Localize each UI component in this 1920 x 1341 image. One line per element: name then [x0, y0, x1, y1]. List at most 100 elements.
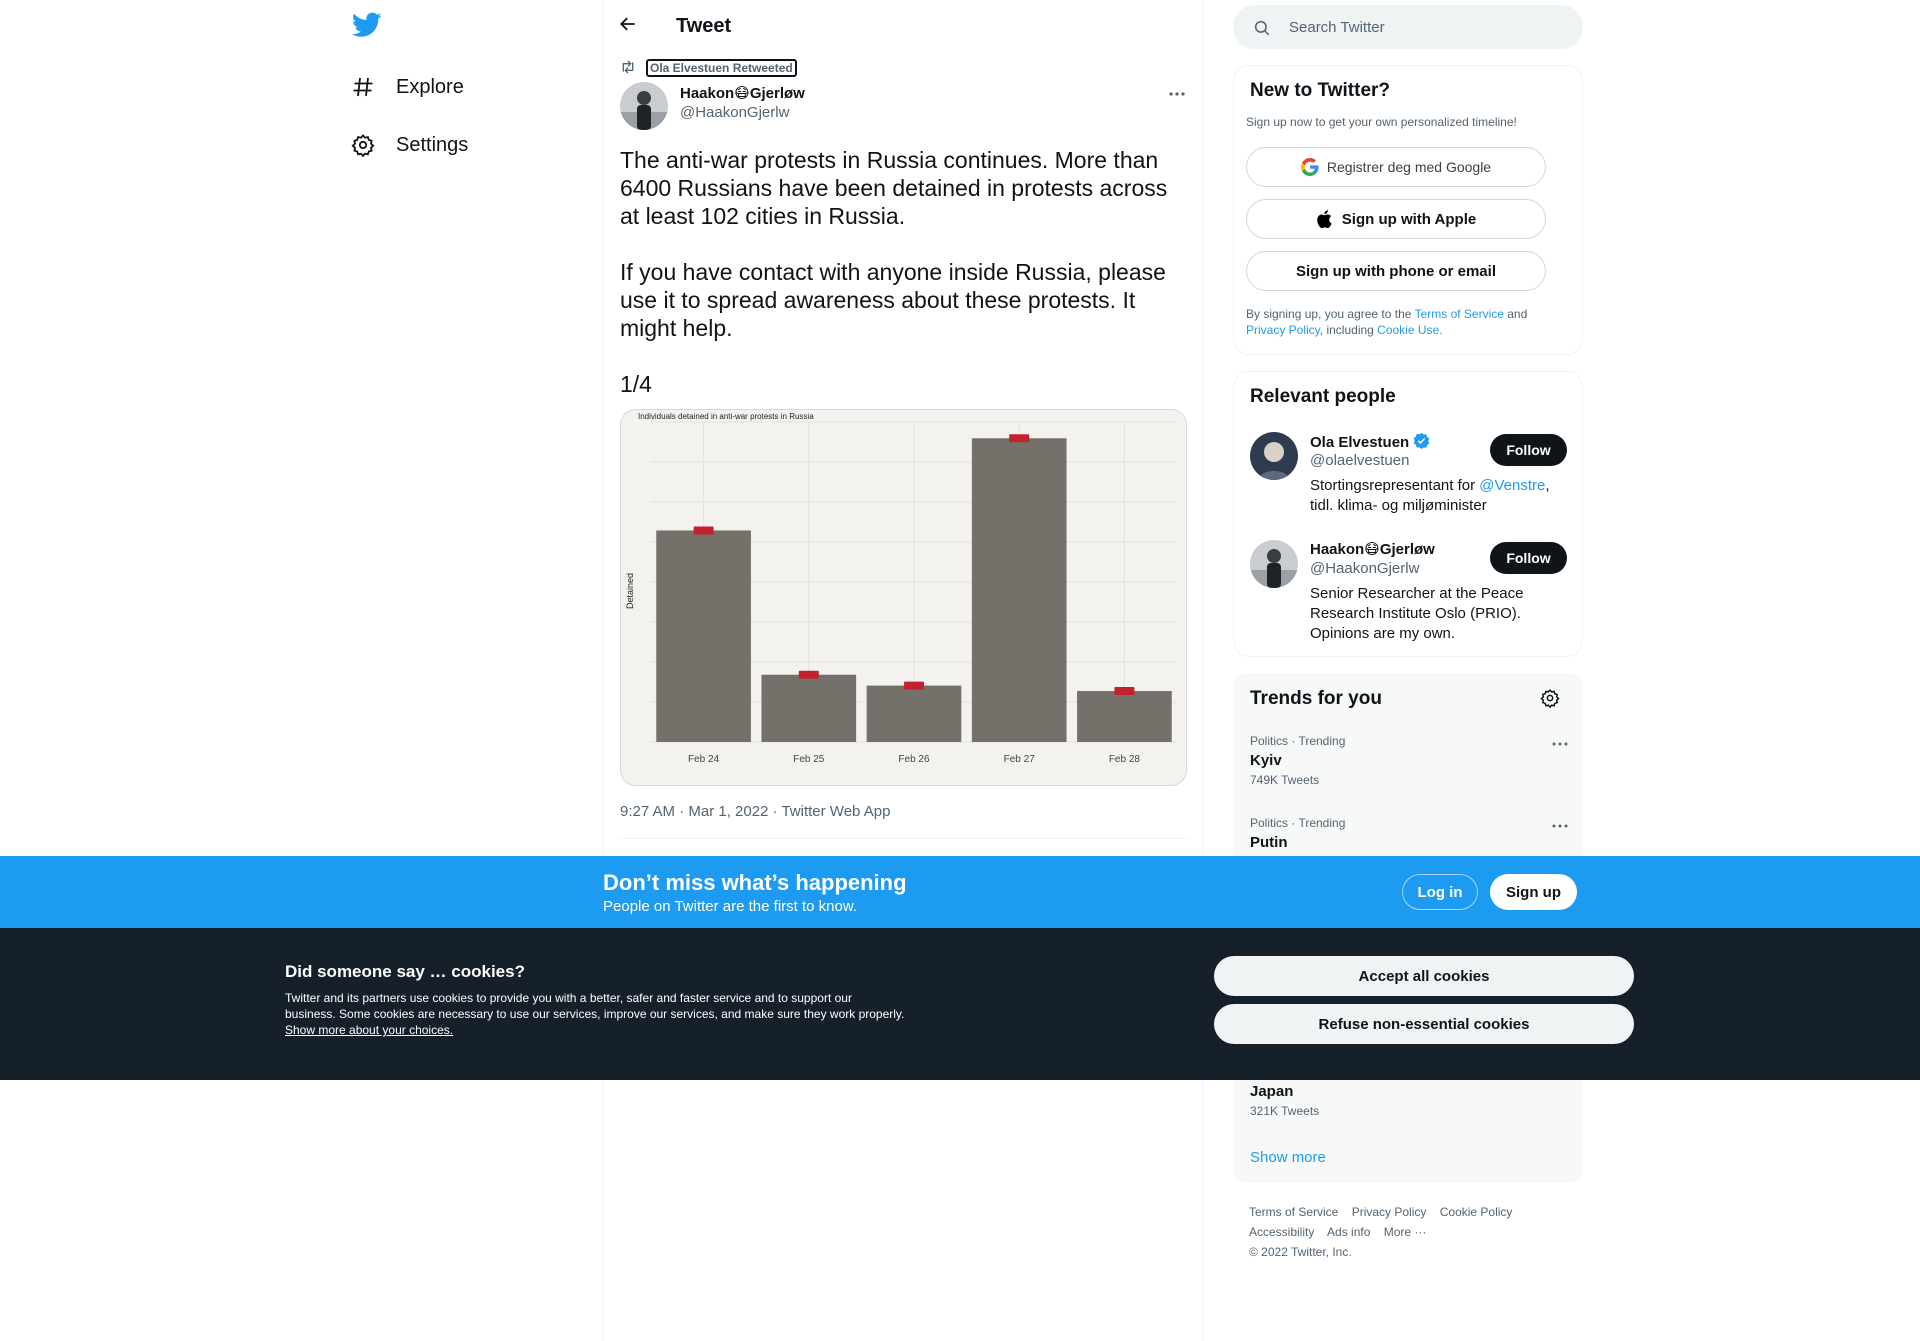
trend-category: Politics · Trending [1250, 816, 1346, 830]
apple-icon [1316, 210, 1334, 229]
signup-button[interactable]: Sign up [1490, 874, 1577, 910]
chart-bar [866, 685, 962, 742]
person-haakon-gjerlow[interactable]: Haakon😷Gjerløw @HaakonGjerlw Senior Rese… [1250, 540, 1570, 642]
verified-badge-icon [1413, 432, 1430, 453]
cookie-title: Did someone say … cookies? [285, 962, 525, 981]
signup-legal: By signing up, you agree to the Terms of… [1246, 306, 1566, 338]
tweet-text: The anti-war protests in Russia continue… [620, 146, 1190, 426]
arrow-left-icon[interactable] [618, 14, 642, 38]
chart-data-label-box [904, 681, 924, 690]
chart-x-tick-label: Feb 26 [898, 754, 930, 765]
phone-signup-label: Sign up with phone or email [1295, 262, 1496, 280]
cookie-body: Twitter and its partners use cookies to … [285, 991, 905, 1021]
privacy-link[interactable]: Privacy Policy [1246, 323, 1320, 337]
twitter-bird-icon[interactable] [351, 12, 384, 44]
tweet-column: Tweet Ola Elvestuen Retweeted Haakon😷Gje… [603, 0, 1203, 1341]
trend-count: 749K Tweets [1250, 773, 1320, 787]
banner-title: Don’t miss what’s happening [603, 870, 907, 895]
google-signup-label: Registrer deg med Google [1326, 159, 1492, 175]
tweet-paragraph: The anti-war protests in Russia continue… [620, 147, 1168, 229]
footer-link[interactable]: Terms of Service [1249, 1205, 1338, 1219]
footer-link[interactable]: Ads info [1327, 1225, 1370, 1239]
person-handle[interactable]: @HaakonGjerlw [1310, 560, 1419, 577]
trends-title: Trends for you [1250, 688, 1382, 709]
author-handle[interactable]: @HaakonGjerlw [680, 104, 789, 121]
accept-cookies-button[interactable]: Accept all cookies [1214, 956, 1634, 996]
more-options-icon[interactable] [1167, 84, 1187, 104]
person-bio: Senior Researcher at the Peace Research … [1310, 585, 1524, 642]
apple-signup-button[interactable]: Sign up with Apple [1246, 199, 1546, 239]
more-options-icon[interactable] [1550, 734, 1570, 754]
avatar[interactable] [1250, 432, 1298, 480]
person-ola-elvestuen[interactable]: Ola Elvestuen @olaelvestuen Stortingsrep… [1250, 432, 1570, 522]
chart-bar [656, 530, 751, 742]
footer-link[interactable]: Cookie Policy [1440, 1205, 1513, 1219]
signup-card: New to Twitter? Sign up now to get your … [1233, 65, 1583, 355]
chart-title: Individuals detained in anti-war protest… [638, 412, 814, 421]
chart-bar [971, 438, 1067, 742]
nav-explore-label: Explore [396, 75, 464, 98]
cookie-text: Twitter and its partners use cookies to … [285, 990, 905, 1038]
apple-signup-label: Sign up with Apple [1341, 210, 1477, 228]
person-name[interactable]: Ola Elvestuen [1310, 432, 1430, 453]
search-icon [1253, 19, 1271, 37]
chart-data-label-box [798, 670, 819, 679]
tweet-media-chart[interactable]: Individuals detained in anti-war protest… [620, 409, 1187, 786]
cookie-use-link[interactable]: Cookie Use. [1377, 323, 1442, 337]
relevant-people-card: Relevant people Ola Elvestuen @olaelvest… [1233, 371, 1583, 657]
nav-settings-label: Settings [396, 133, 469, 156]
retweet-icon [620, 60, 638, 76]
search-box[interactable] [1233, 5, 1583, 49]
author-name[interactable]: Haakon😷Gjerløw [680, 84, 805, 102]
refuse-cookies-button[interactable]: Refuse non-essential cookies [1214, 1004, 1634, 1044]
terms-link[interactable]: Terms of Service [1415, 307, 1504, 321]
tweet-paragraph: 1/4 [620, 371, 652, 397]
person-handle[interactable]: @olaelvestuen [1310, 452, 1409, 469]
retweeted-by-link[interactable]: Ola Elvestuen Retweeted [646, 59, 797, 77]
show-more-link[interactable]: Show more [1250, 1149, 1326, 1166]
bio-mention-link[interactable]: @Venstre [1479, 477, 1545, 494]
follow-button[interactable]: Follow [1490, 434, 1567, 466]
trend-name: Japan [1250, 1083, 1294, 1100]
cookie-consent-bar: Did someone say … cookies? Twitter and i… [0, 928, 1920, 1080]
avatar[interactable] [1250, 540, 1298, 588]
chart-bar [1077, 691, 1172, 742]
chart-y-axis-label: Detained [625, 573, 635, 609]
footer-link[interactable]: Accessibility [1249, 1225, 1314, 1239]
nav-settings[interactable]: Settings [350, 125, 468, 165]
trend-name: Kyiv [1250, 752, 1282, 769]
cookie-choices-link[interactable]: Show more about your choices. [285, 1023, 453, 1037]
footer-link[interactable]: More ··· [1384, 1225, 1427, 1239]
tweet-timestamp[interactable]: 9:27 AM · Mar 1, 2022 · Twitter Web App [620, 803, 890, 820]
trends-settings-gear-icon[interactable] [1540, 688, 1564, 712]
more-options-icon[interactable] [1550, 816, 1570, 836]
follow-button[interactable]: Follow [1490, 542, 1567, 574]
person-name[interactable]: Haakon😷Gjerløw [1310, 540, 1435, 558]
person-name-text: Ola Elvestuen [1310, 434, 1410, 451]
trend-item[interactable]: Politics · Trending Putin [1250, 816, 1570, 851]
trend-item[interactable]: Japan 321K Tweets [1250, 1079, 1570, 1118]
gear-icon [350, 132, 376, 158]
page-title: Tweet [676, 15, 732, 37]
trend-name: Putin [1250, 834, 1288, 851]
legal-text: By signing up, you agree to the [1246, 307, 1415, 321]
footer-link[interactable]: Privacy Policy [1352, 1205, 1427, 1219]
login-button[interactable]: Log in [1402, 874, 1478, 910]
trend-item[interactable]: Politics · Trending Kyiv 749K Tweets [1250, 734, 1570, 787]
divider [620, 838, 1188, 839]
tweet-paragraph: If you have contact with anyone inside R… [620, 259, 1166, 341]
chart-x-tick-label: Feb 27 [1004, 754, 1036, 765]
author-avatar[interactable] [620, 82, 668, 130]
chart-x-tick-label: Feb 28 [1109, 754, 1141, 765]
google-icon [1300, 158, 1319, 176]
signup-subtitle: Sign up now to get your own personalized… [1246, 115, 1517, 129]
chart-bar [761, 674, 857, 742]
chart-x-tick-label: Feb 25 [793, 754, 825, 765]
nav-explore[interactable]: Explore [350, 67, 464, 107]
signup-title: New to Twitter? [1250, 80, 1391, 101]
search-input[interactable] [1289, 5, 1569, 49]
chart-data-label-box [1114, 687, 1135, 696]
phone-signup-button[interactable]: Sign up with phone or email [1246, 251, 1546, 291]
retweet-context: Ola Elvestuen Retweeted [620, 58, 797, 78]
google-signup-button[interactable]: Registrer deg med Google [1246, 147, 1546, 187]
